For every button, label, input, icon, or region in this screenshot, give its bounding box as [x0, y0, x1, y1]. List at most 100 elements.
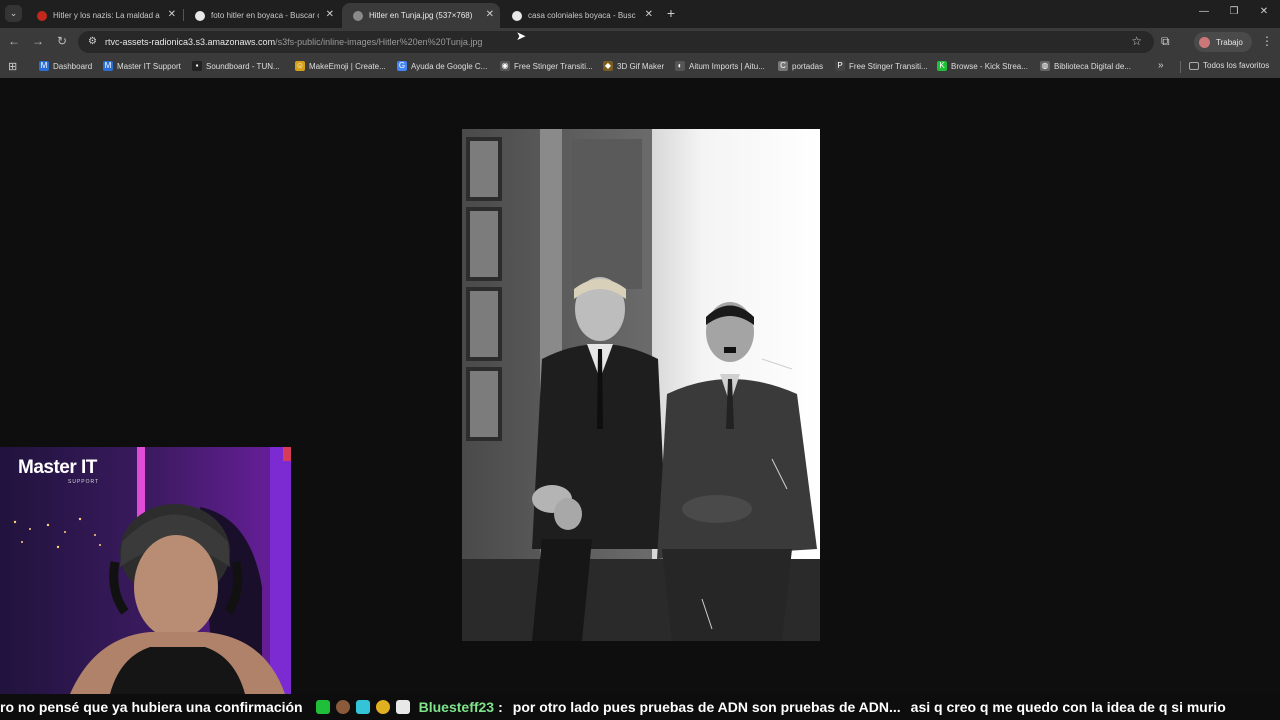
tab-search-icon[interactable]: ⌄: [5, 5, 22, 22]
avatar: [1199, 36, 1210, 48]
bookmark-free-stinger-1[interactable]: ◉ Free Stinger Transiti...: [500, 61, 593, 71]
bookmark-biblioteca-digital[interactable]: ◍ Biblioteca Digital de...: [1040, 61, 1131, 71]
emote-icon: [335, 700, 350, 714]
bookmark-label: Free Stinger Transiti...: [514, 61, 593, 71]
bookmark-3d-gif-maker[interactable]: ◆ 3D Gif Maker: [603, 61, 664, 71]
bookmark-favicon-icon: P: [835, 61, 845, 71]
chat-username: Bluesteff23: [418, 699, 495, 715]
site-info-icon[interactable]: ⚙: [88, 36, 97, 47]
brand-logo: Master IT: [18, 457, 97, 478]
bookmark-label: MakeEmoji | Create...: [309, 61, 386, 71]
close-tab-icon[interactable]: ✕: [645, 9, 653, 20]
minimize-icon[interactable]: —: [1197, 6, 1211, 17]
webcam-scene: [0, 447, 291, 694]
tab-hitler-nazis[interactable]: Hitler y los nazis: La maldad a ju ✕: [26, 3, 182, 28]
forward-icon[interactable]: →: [31, 34, 45, 48]
bookmark-label: Soundboard - TUN...: [206, 61, 280, 71]
bookmark-soundboard[interactable]: ▪ Soundboard - TUN...: [192, 61, 280, 71]
menu-icon[interactable]: ⋮: [1261, 34, 1273, 48]
image-icon: [353, 10, 363, 21]
webcam-overlay: Master IT SUPPORT: [0, 447, 291, 694]
browser-window: ⌄ Hitler y los nazis: La maldad a ju ✕ f…: [0, 0, 1280, 720]
google-icon: [512, 10, 522, 21]
chat-message: por otro lado pues pruebas de ADN son pr…: [512, 699, 901, 715]
bookmark-favicon-icon: M: [103, 61, 113, 71]
all-bookmarks-label: Todos los favoritos: [1203, 61, 1270, 70]
tab-strip: ⌄ Hitler y los nazis: La maldad a ju ✕ f…: [0, 0, 1280, 28]
bookmark-ayuda-google[interactable]: G Ayuda de Google C...: [397, 61, 487, 71]
displayed-photo[interactable]: [462, 129, 820, 641]
apps-grid-icon[interactable]: ⊞: [8, 60, 17, 73]
google-icon: G: [397, 61, 407, 71]
sub-badge-icon: [375, 700, 390, 714]
photo-illustration: [462, 129, 820, 641]
bookmark-dashboard[interactable]: M Dashboard: [39, 61, 92, 71]
tab-hitler-en-tunja[interactable]: Hitler en Tunja.jpg (537×768) ✕: [342, 3, 500, 28]
bookmark-label: Biblioteca Digital de...: [1054, 61, 1131, 71]
kick-badge-icon: [315, 700, 330, 714]
bookmark-favicon-icon: ◆: [603, 61, 613, 71]
close-window-icon[interactable]: ✕: [1257, 6, 1271, 17]
tab-title: Hitler en Tunja.jpg (537×768): [369, 11, 473, 20]
badge-icon: [355, 700, 370, 714]
bookmark-label: 3D Gif Maker: [617, 61, 665, 71]
bookmark-aitum-imports[interactable]: ◐ Aitum Imports | Aitu...: [675, 61, 765, 71]
brand-subtitle: SUPPORT: [68, 479, 100, 485]
bookmark-favicon-icon: ▪: [192, 61, 202, 71]
bookmark-favicon-icon: C: [778, 61, 788, 71]
new-tab-icon[interactable]: +: [664, 5, 678, 21]
previous-chat-message: ro no pensé que ya hubiera una confirmac…: [0, 699, 303, 715]
url-host: rtvc-assets-radionica3.s3.amazonaws.com: [105, 37, 276, 47]
mouse-cursor-icon: ➤: [516, 29, 527, 43]
bookmark-label: portadas: [792, 61, 824, 71]
bookmarks-divider: [1180, 61, 1181, 73]
chat-separator: :: [498, 699, 503, 715]
emote-icon: [395, 700, 410, 714]
folder-icon: [1189, 61, 1199, 70]
bookmark-favicon-icon: ◍: [1040, 61, 1050, 71]
extensions-icon[interactable]: ⧉: [1161, 34, 1170, 49]
back-icon[interactable]: ←: [7, 34, 21, 48]
bookmark-favicon-icon: ☺: [295, 61, 305, 71]
more-bookmarks-icon[interactable]: »: [1158, 60, 1164, 71]
kick-icon: K: [937, 61, 947, 71]
all-bookmarks-folder[interactable]: Todos los favoritos: [1189, 61, 1269, 70]
bookmarks-bar: ⊞ M Dashboard M Master IT Support ▪ Soundbo…: [0, 56, 1280, 78]
tab-casa-coloniales[interactable]: casa coloniales boyaca - Buscar ✕: [501, 3, 659, 28]
bookmark-makeemoji[interactable]: ☺ MakeEmoji | Create...: [295, 61, 386, 71]
tab-title: Hitler y los nazis: La maldad a ju: [53, 11, 161, 20]
tab-title: casa coloniales boyaca - Buscar: [528, 11, 636, 20]
bookmark-label: Master IT Support: [117, 61, 181, 71]
chat-ticker: ro no pensé que ya hubiera una confirmac…: [0, 694, 1280, 720]
bookmark-free-stinger-2[interactable]: P Free Stinger Transiti...: [835, 61, 928, 71]
tab-foto-hitler-boyaca[interactable]: foto hitler en boyaca - Buscar c ✕: [184, 3, 340, 28]
close-tab-icon[interactable]: ✕: [326, 9, 334, 20]
bookmark-label: Browse - Kick Strea...: [951, 61, 1028, 71]
url-path: /s3fs-public/inline-images/Hitler%20en%2…: [275, 37, 483, 47]
bookmark-label: Dashboard: [53, 61, 93, 71]
reload-icon[interactable]: ↻: [55, 34, 69, 48]
google-icon: [195, 10, 205, 21]
bookmark-label: Aitum Imports | Aitu...: [689, 61, 765, 71]
bookmark-master-it-support[interactable]: M Master IT Support: [103, 61, 181, 71]
close-tab-icon[interactable]: ✕: [486, 9, 494, 20]
bookmark-label: Free Stinger Transiti...: [849, 61, 928, 71]
bookmark-favicon-icon: ◉: [500, 61, 510, 71]
bookmark-label: Ayuda de Google C...: [411, 61, 488, 71]
ticker-content: ro no pensé que ya hubiera una confirmac…: [0, 699, 1226, 715]
tab-favicon-icon: [37, 10, 47, 21]
bookmark-kick[interactable]: K Browse - Kick Strea...: [937, 61, 1028, 71]
bookmark-favicon-icon: M: [39, 61, 49, 71]
profile-button[interactable]: Trabajo: [1194, 32, 1252, 52]
bookmark-favicon-icon: ◐: [675, 61, 685, 71]
url-text[interactable]: rtvc-assets-radionica3.s3.amazonaws.com/…: [105, 37, 482, 47]
bookmark-portadas[interactable]: Cportadas: [778, 61, 823, 71]
chat-message-next: asi q creo q me quedo con la idea de q s…: [910, 699, 1226, 715]
address-bar[interactable]: ⚙ rtvc-assets-radionica3.s3.amazonaws.co…: [78, 31, 1154, 53]
bookmark-star-icon[interactable]: ☆: [1131, 34, 1142, 48]
toolbar: ← → ↻ ⚙ rtvc-assets-radionica3.s3.amazon…: [0, 28, 1280, 56]
tab-title: foto hitler en boyaca - Buscar c: [211, 11, 319, 20]
close-tab-icon[interactable]: ✕: [168, 9, 176, 20]
profile-label: Trabajo: [1216, 37, 1243, 47]
restore-icon[interactable]: ❐: [1227, 6, 1241, 17]
